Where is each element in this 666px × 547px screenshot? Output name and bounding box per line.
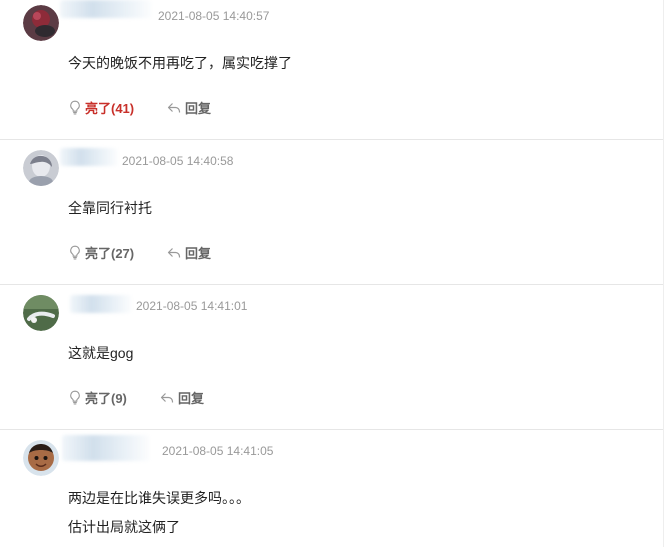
avatar[interactable] xyxy=(23,440,59,476)
like-button[interactable]: 亮了(41) xyxy=(68,98,134,117)
username-blurred xyxy=(60,148,118,166)
like-button[interactable]: 亮了(9) xyxy=(68,388,127,407)
comment-timestamp: 2021-08-05 14:41:05 xyxy=(162,444,274,458)
username-blurred xyxy=(70,295,132,313)
comment-text: 全靠同行衬托 xyxy=(68,200,152,216)
comment-text: 这就是gog xyxy=(68,345,134,361)
avatar[interactable] xyxy=(23,5,59,41)
reply-button[interactable]: 回复 xyxy=(167,243,211,262)
comment-list: 2021-08-05 14:40:57 今天的晚饭不用再吃了，属实吃撑了 亮了(… xyxy=(0,0,664,547)
reply-button[interactable]: 回复 xyxy=(167,98,211,117)
comment-item: 2021-08-05 14:40:57 今天的晚饭不用再吃了，属实吃撑了 亮了(… xyxy=(0,0,663,140)
like-label: 亮了(41) xyxy=(85,101,135,116)
like-label: 亮了(27) xyxy=(85,246,135,261)
reply-label: 回复 xyxy=(185,101,212,116)
comment-item: 2021-08-05 14:41:05 两边是在比谁失误更多吗。。。 估计出局就… xyxy=(0,429,663,547)
comment-item: 2021-08-05 14:40:58 全靠同行衬托 亮了(27) 回复 xyxy=(0,139,663,285)
comment-text: 估计出局就这俩了 xyxy=(68,519,180,535)
reply-arrow-icon xyxy=(160,392,174,404)
lightbulb-icon xyxy=(68,245,82,260)
like-label: 亮了(9) xyxy=(85,391,127,406)
reply-button[interactable]: 回复 xyxy=(160,388,204,407)
comment-text: 今天的晚饭不用再吃了，属实吃撑了 xyxy=(68,55,292,71)
username-blurred xyxy=(62,435,150,461)
reply-label: 回复 xyxy=(178,391,205,406)
avatar[interactable] xyxy=(23,295,59,331)
comment-item: 2021-08-05 14:41:01 这就是gog 亮了(9) 回复 xyxy=(0,284,663,430)
comment-timestamp: 2021-08-05 14:41:01 xyxy=(136,299,248,313)
reply-arrow-icon xyxy=(167,247,181,259)
lightbulb-icon xyxy=(68,390,82,405)
reply-arrow-icon xyxy=(167,102,181,114)
comment-text: 两边是在比谁失误更多吗。。。 xyxy=(68,490,250,506)
avatar[interactable] xyxy=(23,150,59,186)
like-button[interactable]: 亮了(27) xyxy=(68,243,134,262)
lightbulb-icon xyxy=(68,100,82,115)
username-blurred xyxy=(60,0,152,18)
comment-timestamp: 2021-08-05 14:40:57 xyxy=(158,9,270,23)
comment-timestamp: 2021-08-05 14:40:58 xyxy=(122,154,234,168)
reply-label: 回复 xyxy=(185,246,212,261)
